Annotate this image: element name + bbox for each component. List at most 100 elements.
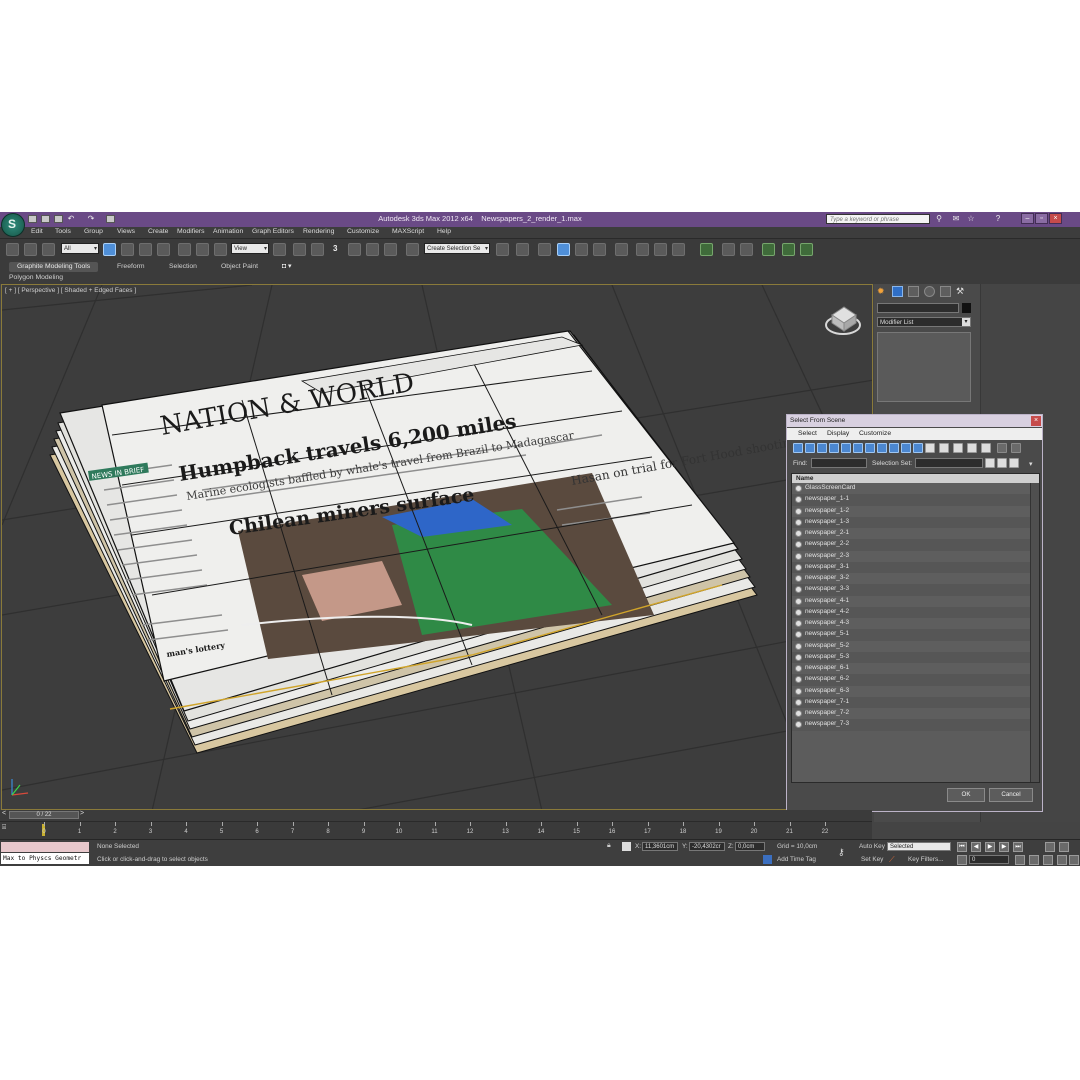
material-editor-icon[interactable] [615,243,628,256]
next-frame-icon[interactable]: ▶ [999,842,1009,852]
new-icon[interactable] [28,215,37,223]
display-groups-icon[interactable] [865,443,875,453]
key-mode-toggle-icon[interactable] [957,855,967,865]
display-cameras-icon[interactable] [829,443,839,453]
motion-tab-icon[interactable] [924,286,935,297]
undo-icon[interactable]: ↶ [66,214,76,224]
default-in-out-tangents-icon[interactable]: ⟋ [889,855,895,865]
display-invert-icon[interactable] [967,443,977,453]
layer-manager-icon[interactable] [538,243,551,256]
list-item[interactable]: newspaper_1-1 [792,494,1030,506]
list-item[interactable]: newspaper_6-2 [792,674,1030,686]
select-by-name-icon[interactable] [121,243,134,256]
go-to-end-icon[interactable]: ⏭ [1013,842,1023,852]
angle-snap-icon[interactable] [348,243,361,256]
object-name-field[interactable] [877,303,959,313]
convert-dynamic-icon[interactable] [782,243,795,256]
z-coordinate-field[interactable]: 0,0cm [735,842,765,851]
key-icon[interactable]: ⚷ [838,847,845,858]
time-slider[interactable]: < 0 / 22 > [0,810,872,821]
list-item[interactable]: newspaper_5-3 [792,651,1030,663]
selection-region-icon[interactable] [139,243,152,256]
display-xrefs-icon[interactable] [877,443,887,453]
create-tab-icon[interactable]: ✹ [877,286,887,296]
schematic-view-icon[interactable] [593,243,606,256]
ribbon-options-icon[interactable]: ◘ ▾ [282,262,291,272]
convert-kinematic-icon[interactable] [800,243,813,256]
curve-editor-icon[interactable] [575,243,588,256]
previous-frame-icon[interactable]: ◀ [971,842,981,852]
modifier-stack[interactable] [877,332,971,402]
list-scrollbar[interactable] [1030,483,1039,782]
simulate-icon[interactable] [722,243,735,256]
pan-view-icon[interactable] [1043,855,1053,865]
selection-set-add-icon[interactable] [985,458,995,468]
menu-graph-editors[interactable]: Graph Editors [252,228,294,235]
list-item[interactable]: newspaper_7-3 [792,719,1030,731]
play-icon[interactable]: ▶ [985,842,995,852]
viewport-label[interactable]: [ + ] [ Perspective ] [ Shaded + Edged F… [5,287,136,294]
list-item[interactable]: newspaper_2-3 [792,550,1030,562]
track-bar[interactable]: ⌸ 0 1 2 3 4 5 6 7 8 9 10 11 12 13 14 15 16 17 18 19 20 21 22 [0,821,872,840]
menu-rendering[interactable]: Rendering [303,228,334,235]
menu-modifiers[interactable]: Modifiers [177,228,205,235]
display-all-icon[interactable] [939,443,949,453]
list-item[interactable]: newspaper_6-3 [792,685,1030,697]
go-to-start-icon[interactable]: ⏮ [957,842,967,852]
minimize-button[interactable]: – [1021,213,1034,224]
auto-key-button[interactable]: Auto Key [859,843,885,850]
list-item[interactable]: newspaper_4-2 [792,606,1030,618]
hierarchy-tab-icon[interactable] [908,286,919,297]
absolute-mode-icon[interactable] [622,842,631,851]
graphite-tools-toggle-icon[interactable] [557,243,570,256]
options-chevron-icon[interactable]: ▾ [1029,460,1033,468]
list-item[interactable]: newspaper_6-1 [792,663,1030,675]
lock-selection-icon[interactable]: 🔒︎ [607,842,611,850]
list-item[interactable]: newspaper_3-3 [792,584,1030,596]
open-icon[interactable] [41,215,50,223]
menu-help[interactable]: Help [437,228,451,235]
find-input[interactable] [811,458,867,468]
reset-sim-icon[interactable] [740,243,753,256]
list-item[interactable]: newspaper_7-1 [792,696,1030,708]
slider-next-icon[interactable]: > [80,810,84,817]
y-coordinate-field[interactable]: -20,4302cr [689,842,725,851]
maximize-viewport-icon[interactable] [1069,855,1079,865]
ribbon-panel-polygon-modeling[interactable]: Polygon Modeling [9,274,63,281]
tab-freeform[interactable]: Freeform [117,262,145,272]
pivot-center-icon[interactable] [273,243,286,256]
list-item[interactable]: newspaper_2-2 [792,539,1030,551]
list-item[interactable]: newspaper_1-2 [792,505,1030,517]
filter-icon[interactable] [997,443,1007,453]
list-item[interactable]: newspaper_3-1 [792,561,1030,573]
dialog-menu-customize[interactable]: Customize [859,430,891,437]
display-hidden-icon[interactable] [925,443,935,453]
zoom-all-icon[interactable] [1059,842,1069,852]
menu-views[interactable]: Views [117,228,135,235]
time-configuration-icon[interactable] [1015,855,1025,865]
maxscript-listener-output[interactable] [1,842,89,852]
menu-create[interactable]: Create [148,228,168,235]
edit-named-selection-icon[interactable] [406,243,419,256]
redo-icon[interactable]: ↷ [86,214,96,224]
display-shapes-icon[interactable] [805,443,815,453]
move-icon[interactable] [178,243,191,256]
select-manipulate-icon[interactable] [293,243,306,256]
list-item[interactable]: newspaper_5-2 [792,640,1030,652]
menu-group[interactable]: Group [84,228,103,235]
maximize-button[interactable]: ▫ [1035,213,1048,224]
x-coordinate-field[interactable]: 11,3601cm [642,842,678,851]
binoculars-icon[interactable]: ⚲ [934,214,944,224]
modify-tab-icon[interactable] [892,286,903,297]
list-item[interactable]: newspaper_5-1 [792,629,1030,641]
menu-tools[interactable]: Tools [55,228,71,235]
snaps-toggle[interactable]: 3 [333,244,337,253]
select-and-link-icon[interactable] [6,243,19,256]
display-tab-icon[interactable] [940,286,951,297]
selection-set-dropdown[interactable] [915,458,983,468]
display-geometry-icon[interactable] [793,443,803,453]
unlink-icon[interactable] [24,243,37,256]
orbit-icon[interactable] [1057,855,1067,865]
list-item[interactable]: newspaper_2-1 [792,528,1030,540]
close-button[interactable]: × [1049,213,1062,224]
